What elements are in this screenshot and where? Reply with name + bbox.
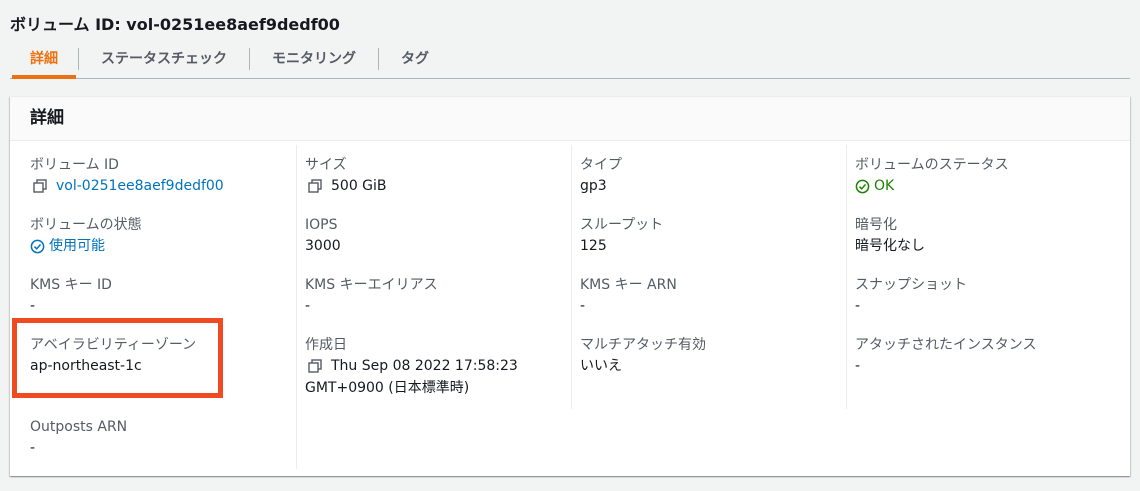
field-type: タイプ gp3 [580, 155, 622, 197]
copy-icon[interactable] [307, 358, 323, 374]
field-value: - [580, 298, 586, 314]
field-label: サイズ [305, 157, 347, 173]
field-kms-key-alias: KMS キーエイリアス - [305, 275, 438, 317]
field-multi-attach: マルチアタッチ有効 いいえ [580, 335, 706, 377]
field-label: マルチアタッチ有効 [580, 337, 706, 353]
field-value: OK [855, 175, 1009, 197]
copy-icon[interactable] [307, 178, 323, 194]
field-label: ボリュームのステータス [855, 157, 1009, 173]
field-snapshot: スナップショット - [855, 275, 967, 317]
volume-status-value: OK [874, 178, 895, 194]
tab-bar: 詳細 ステータスチェック モニタリング タグ [10, 44, 1130, 79]
check-circle-icon [855, 179, 870, 193]
field-value: 使用可能 [30, 235, 142, 257]
volume-details-page: ボリューム ID: vol-0251ee8aef9dedf00 詳細 ステータス… [0, 0, 1140, 491]
field-label: スナップショット [855, 277, 967, 293]
field-value: 500 GiB [305, 175, 387, 197]
field-volume-id: ボリューム ID vol-0251ee8aef9dedf00 [30, 155, 224, 197]
field-value: - [30, 440, 36, 456]
field-label: KMS キー ID [30, 277, 112, 293]
field-encryption: 暗号化 暗号化なし [855, 215, 925, 257]
field-label: KMS キー ARN [580, 277, 677, 293]
field-value: - [855, 298, 861, 314]
field-label: タイプ [580, 157, 622, 173]
field-value: - [855, 358, 861, 374]
field-value: gp3 [580, 178, 607, 194]
column-divider [846, 145, 847, 409]
field-label: アタッチされたインスタンス [855, 337, 1037, 353]
field-label: KMS キーエイリアス [305, 277, 438, 293]
field-kms-key-arn: KMS キー ARN - [580, 275, 677, 317]
field-volume-status: ボリュームのステータス OK [855, 155, 1009, 197]
volume-state-value: 使用可能 [49, 238, 105, 254]
page-title: ボリューム ID: vol-0251ee8aef9dedf00 [10, 15, 340, 34]
field-availability-zone: アベイラビリティーゾーン ap-northeast-1c [30, 335, 196, 377]
volume-id-link[interactable]: vol-0251ee8aef9dedf00 [56, 175, 224, 197]
field-label: 暗号化 [855, 217, 897, 233]
tab-tags[interactable]: タグ [379, 44, 451, 78]
tab-monitoring[interactable]: モニタリング [250, 44, 378, 78]
field-volume-state: ボリュームの状態 使用可能 [30, 215, 142, 257]
field-created-date: 作成日 Thu Sep 08 2022 17:58:23 GMT+0900 (日… [305, 335, 518, 399]
field-size: サイズ 500 GiB [305, 155, 387, 197]
field-value: - [30, 298, 36, 314]
created-date-line1: Thu Sep 08 2022 17:58:23 [331, 358, 518, 374]
field-value: 暗号化なし [855, 238, 925, 254]
field-label: ボリューム ID [30, 157, 119, 173]
panel-title: 詳細 [10, 97, 1130, 141]
field-label: 作成日 [305, 337, 347, 353]
field-outposts-arn: Outposts ARN - [30, 417, 127, 459]
field-label: IOPS [305, 217, 338, 233]
field-value: vol-0251ee8aef9dedf00 [30, 175, 224, 197]
field-value: Thu Sep 08 2022 17:58:23 [305, 355, 518, 377]
tab-status-checks[interactable]: ステータスチェック [79, 44, 249, 78]
field-label: ボリュームの状態 [30, 217, 142, 233]
field-value: 3000 [305, 238, 341, 254]
field-label: アベイラビリティーゾーン [30, 337, 197, 353]
field-kms-key-id: KMS キー ID - [30, 275, 112, 317]
column-divider [296, 145, 297, 469]
field-value: いいえ [580, 358, 622, 374]
tab-details[interactable]: 詳細 [10, 44, 78, 79]
size-value: 500 GiB [331, 178, 387, 194]
check-circle-icon [30, 239, 45, 253]
field-label: Outposts ARN [30, 419, 128, 435]
field-attached-instances: アタッチされたインスタンス - [855, 335, 1036, 377]
field-label: スループット [580, 217, 664, 233]
field-iops: IOPS 3000 [305, 215, 341, 257]
field-value: ap-northeast-1c [30, 358, 142, 374]
created-date-line2: GMT+0900 (日本標準時) [305, 380, 470, 396]
field-throughput: スループット 125 [580, 215, 663, 257]
details-panel: 詳細 ボリューム ID vol-0251ee8aef9dedf00 ボリュームの… [10, 96, 1130, 476]
column-divider [571, 145, 572, 409]
copy-icon[interactable] [32, 178, 48, 194]
field-value: 125 [580, 238, 607, 254]
field-value: - [305, 298, 311, 314]
